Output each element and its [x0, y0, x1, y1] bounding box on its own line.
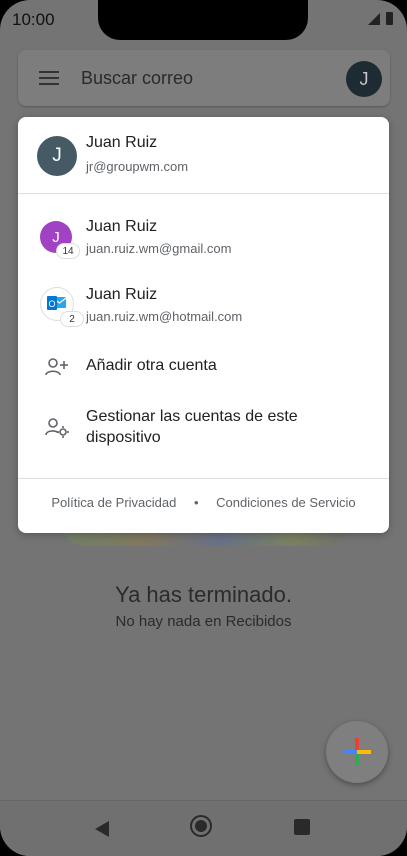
camera-notch — [98, 0, 308, 40]
back-icon[interactable] — [95, 821, 109, 837]
add-person-icon — [44, 355, 70, 379]
recents-icon[interactable] — [294, 819, 310, 835]
account-avatar-button[interactable]: J — [346, 61, 382, 97]
empty-inbox-subtitle: No hay nada en Recibidos — [115, 613, 292, 630]
terms-of-service-link[interactable]: Condiciones de Servicio — [216, 495, 355, 510]
add-account-label: Añadir otra cuenta — [86, 357, 217, 374]
plus-icon — [343, 738, 371, 766]
unread-badge: 2 — [60, 311, 84, 327]
account-row-hotmail[interactable]: O 2 Juan Ruiz juan.ruiz.wm@hotmail.com — [18, 277, 389, 333]
account-email: juan.ruiz.wm@gmail.com — [86, 241, 232, 256]
unread-badge: 14 — [56, 243, 80, 259]
divider — [18, 193, 389, 194]
manage-accounts-button[interactable]: Gestionar las cuentas de este dispositiv… — [18, 405, 389, 453]
battery-icon — [386, 12, 393, 25]
panel-footer: Política de Privacidad • Condiciones de … — [18, 495, 389, 510]
account-name: Juan Ruiz — [86, 286, 158, 303]
empty-inbox-title: Ya has terminado. — [115, 582, 292, 607]
system-nav-bar — [0, 800, 407, 856]
svg-text:O: O — [48, 299, 55, 309]
search-input[interactable]: Buscar correo — [81, 68, 193, 89]
account-row-gmail[interactable]: J 14 Juan Ruiz juan.ruiz.wm@gmail.com — [18, 209, 389, 265]
menu-icon[interactable] — [39, 71, 59, 85]
account-email: juan.ruiz.wm@hotmail.com — [86, 309, 243, 324]
account-name: Juan Ruiz — [86, 218, 158, 235]
account-switcher-panel: J Juan Ruiz jr@groupwm.com J 14 Juan Rui… — [18, 117, 389, 533]
phone-screen: 10:00 Buscar correo J Ya has terminado. … — [0, 0, 407, 856]
avatar: J — [37, 136, 77, 176]
footer-separator: • — [193, 495, 199, 510]
account-email: jr@groupwm.com — [86, 159, 189, 174]
status-time: 10:00 — [12, 10, 55, 29]
manage-accounts-icon — [44, 415, 70, 439]
add-account-button[interactable]: Añadir otra cuenta — [18, 349, 389, 385]
account-name: Juan Ruiz — [86, 134, 158, 151]
signal-icon — [368, 13, 380, 25]
divider — [18, 478, 389, 479]
compose-button[interactable] — [326, 721, 388, 783]
status-icons — [368, 12, 393, 25]
current-account[interactable]: J Juan Ruiz jr@groupwm.com — [18, 117, 389, 193]
manage-accounts-label: Gestionar las cuentas de este dispositiv… — [86, 408, 298, 446]
privacy-policy-link[interactable]: Política de Privacidad — [51, 495, 176, 510]
home-icon[interactable] — [190, 815, 212, 837]
search-bar[interactable]: Buscar correo J — [18, 50, 390, 106]
